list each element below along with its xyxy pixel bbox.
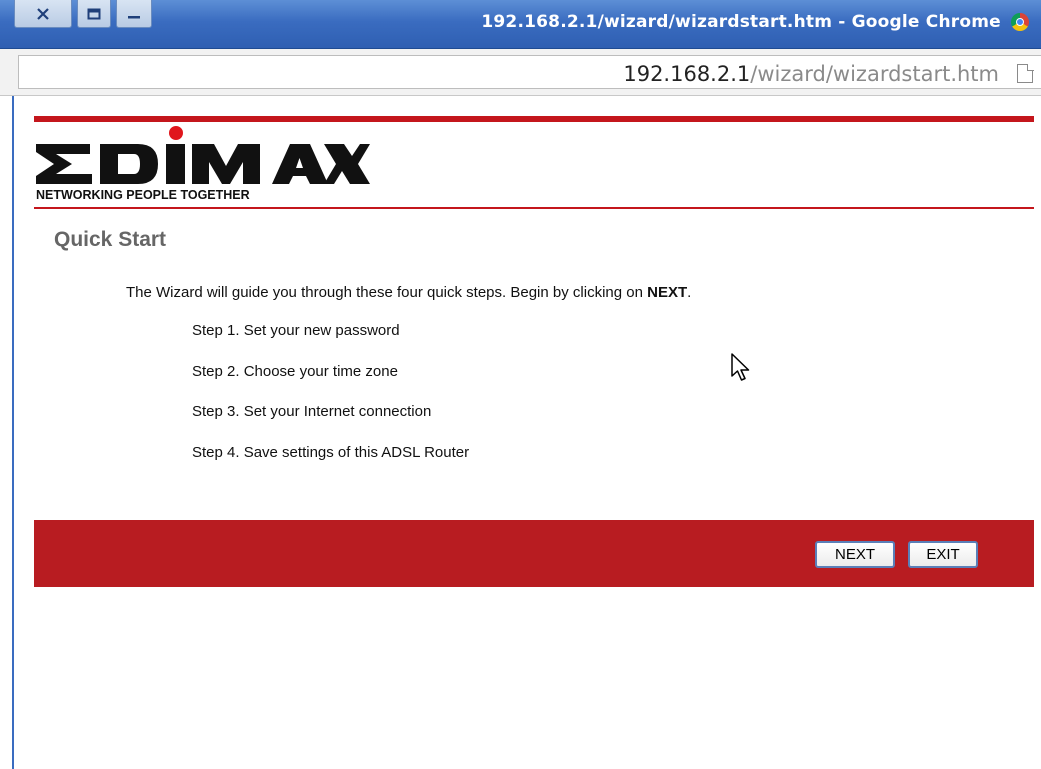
window-title: 192.168.2.1/wizard/wizardstart.htm - Goo… (481, 12, 1029, 32)
step-item: Step 4. Save settings of this ADSL Route… (192, 443, 470, 461)
page-icon[interactable] (1017, 63, 1034, 83)
minimize-window-button[interactable] (116, 0, 152, 28)
page-content: NETWORKING PEOPLE TOGETHER Quick Start T… (14, 96, 1041, 769)
maximize-window-button[interactable] (77, 0, 111, 28)
url-text: 192.168.2.1/wizard/wizardstart.htm (623, 62, 999, 86)
url-host: 192.168.2.1 (623, 62, 751, 86)
mouse-cursor-icon (731, 353, 750, 381)
window-title-text: 192.168.2.1/wizard/wizardstart.htm - Goo… (481, 12, 1001, 32)
intro-text: The Wizard will guide you through these … (126, 284, 691, 301)
exit-button[interactable]: EXIT (908, 541, 978, 568)
browser-window: 192.168.2.1/wizard/wizardstart.htm - Goo… (0, 0, 1041, 769)
next-button[interactable]: NEXT (815, 541, 895, 568)
title-bar: 192.168.2.1/wizard/wizardstart.htm - Goo… (0, 0, 1041, 49)
logo-tagline: NETWORKING PEOPLE TOGETHER (36, 188, 250, 202)
window-left-border (0, 96, 14, 769)
address-bar: 192.168.2.1/wizard/wizardstart.htm (0, 49, 1041, 96)
header-bottom-rule (34, 207, 1034, 209)
maximize-icon (87, 8, 101, 19)
chrome-logo-icon (1011, 13, 1029, 31)
window-controls (14, 0, 152, 30)
header-top-rule (34, 116, 1034, 122)
edimax-logo-mark (36, 126, 370, 184)
steps-list: Step 1. Set your new password Step 2. Ch… (192, 322, 469, 484)
url-field[interactable]: 192.168.2.1/wizard/wizardstart.htm (18, 55, 1041, 89)
intro-suffix: . (687, 284, 692, 301)
minimize-icon (128, 15, 140, 18)
action-bar: NEXT EXIT (34, 520, 1034, 587)
url-path: /wizard/wizardstart.htm (750, 62, 999, 86)
intro-next-emphasis: NEXT (647, 284, 688, 301)
step-item: Step 2. Choose your time zone (192, 362, 398, 380)
close-icon (37, 7, 49, 20)
edimax-logo: NETWORKING PEOPLE TOGETHER (34, 126, 370, 206)
step-item: Step 1. Set your new password (192, 322, 400, 339)
intro-prefix: The Wizard will guide you through these … (126, 284, 648, 301)
page-title: Quick Start (54, 228, 167, 251)
step-item: Step 3. Set your Internet connection (192, 403, 432, 420)
close-window-button[interactable] (14, 0, 72, 28)
